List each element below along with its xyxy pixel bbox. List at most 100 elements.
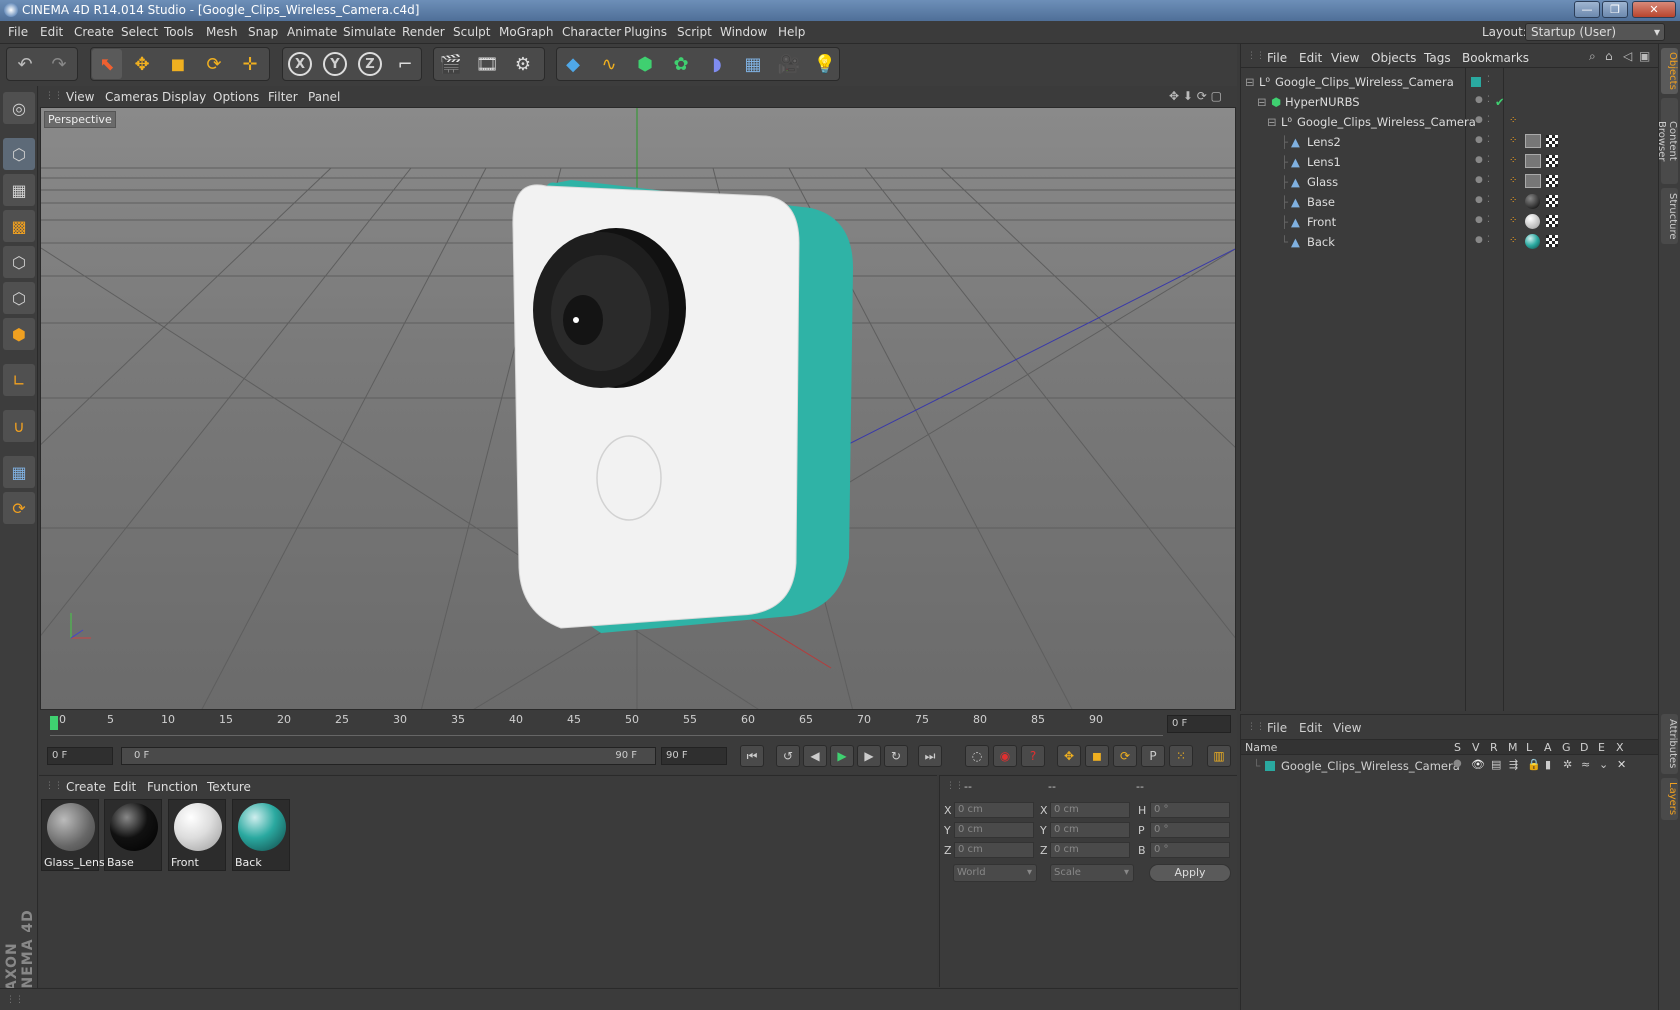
phong-tag-icon[interactable]: ⁘ xyxy=(1509,135,1517,146)
phong-tag-icon[interactable]: ⁘ xyxy=(1509,115,1517,126)
points-mode-icon[interactable]: ⬡ xyxy=(3,246,35,278)
xref-icon[interactable]: ✕ xyxy=(1617,758,1626,771)
object-row[interactable]: ├ ▲ Base ● ⁚ ⁘ xyxy=(1241,192,1659,212)
camera-icon[interactable]: 🎥 xyxy=(774,49,804,79)
layers-menu-file[interactable]: File xyxy=(1267,721,1287,735)
end-frame-field[interactable]: 90 F xyxy=(661,747,727,765)
menu-window[interactable]: Window xyxy=(720,25,767,39)
magnet-icon[interactable]: ∪ xyxy=(3,410,35,442)
objects-menu-bookmarks[interactable]: Bookmarks xyxy=(1462,51,1529,65)
menu-character[interactable]: Character xyxy=(562,25,621,39)
menu-animate[interactable]: Animate xyxy=(287,25,337,39)
floor-icon[interactable]: ▦ xyxy=(738,49,768,79)
snap-rotate-icon[interactable]: ⟳ xyxy=(3,492,35,524)
key-param-icon[interactable]: P xyxy=(1141,745,1165,767)
viewport-menu-options[interactable]: Options xyxy=(213,90,259,104)
object-row[interactable]: ⊟ ⬢ HyperNURBS ● ⁚ ✔ xyxy=(1241,92,1659,112)
material-menu-create[interactable]: Create xyxy=(66,780,106,794)
rotation-p-field[interactable]: 0 ° xyxy=(1150,822,1230,838)
rotation-b-field[interactable]: 0 ° xyxy=(1150,842,1230,858)
coordinate-system-icon[interactable]: ⌐ xyxy=(390,49,420,79)
position-x-field[interactable]: 0 cm xyxy=(954,802,1034,818)
material-tag-icon[interactable] xyxy=(1525,134,1541,148)
visibility-dots-icon[interactable]: ● xyxy=(1475,95,1483,105)
menu-file[interactable]: File xyxy=(8,25,28,39)
key-rotation-icon[interactable]: ⟳ xyxy=(1113,745,1137,767)
make-editable-icon[interactable]: ◎ xyxy=(3,92,35,124)
expand-icon[interactable]: ⊟ xyxy=(1245,75,1255,89)
viewport-perspective[interactable]: Perspective xyxy=(40,107,1236,710)
axis-mode-icon[interactable]: ∟ xyxy=(3,364,35,396)
visibility-dots-icon[interactable]: ● xyxy=(1475,175,1483,185)
material-tag-icon[interactable] xyxy=(1525,234,1540,249)
visibility-dots-icon[interactable]: ● xyxy=(1475,235,1483,245)
visibility-dots-icon[interactable]: ⁚ xyxy=(1487,215,1490,225)
viewport-menu-cameras[interactable]: Cameras xyxy=(105,90,158,104)
menu-simulate[interactable]: Simulate xyxy=(343,25,396,39)
minimize-button[interactable]: — xyxy=(1574,1,1600,18)
snap-grid-icon[interactable]: ▦ xyxy=(3,456,35,488)
phong-tag-icon[interactable]: ⁘ xyxy=(1509,195,1517,206)
model-mode-icon[interactable]: ⬡ xyxy=(3,138,35,170)
material-swatch[interactable]: Base xyxy=(104,799,162,871)
maximize-button[interactable]: ❐ xyxy=(1602,1,1628,18)
uvw-tag-icon[interactable] xyxy=(1546,215,1558,227)
menu-mograph[interactable]: MoGraph xyxy=(499,25,554,39)
visible-eye-icon[interactable]: 👁 xyxy=(1471,758,1485,771)
render-picture-viewer-icon[interactable]: 🎞 xyxy=(472,49,502,79)
render-view-icon[interactable]: 🎬 xyxy=(436,49,466,79)
uvw-tag-icon[interactable] xyxy=(1546,175,1558,187)
visibility-dots-icon[interactable]: ● xyxy=(1475,215,1483,225)
workplane-icon[interactable]: ▩ xyxy=(3,210,35,242)
layers-menu-view[interactable]: View xyxy=(1333,721,1361,735)
expand-icon[interactable]: ⊟ xyxy=(1267,115,1277,129)
visibility-dots-icon[interactable]: ● xyxy=(1475,135,1483,145)
menu-sculpt[interactable]: Sculpt xyxy=(453,25,490,39)
uvw-tag-icon[interactable] xyxy=(1546,135,1558,147)
array-icon[interactable]: ✿ xyxy=(666,49,696,79)
uvw-tag-icon[interactable] xyxy=(1546,235,1558,247)
back-icon[interactable]: ◁ xyxy=(1623,49,1632,63)
expressions-icon[interactable]: ⌄ xyxy=(1599,758,1608,771)
visibility-dots-icon[interactable]: ⁚ xyxy=(1487,135,1490,145)
objects-menu-file[interactable]: File xyxy=(1267,51,1287,65)
go-to-start-icon[interactable]: ⏮ xyxy=(740,745,764,767)
current-frame-field[interactable]: 0 F xyxy=(1167,715,1231,733)
key-pla-icon[interactable]: ⁙ xyxy=(1169,745,1193,767)
move-icon[interactable]: ✥ xyxy=(127,49,157,79)
scale-icon[interactable]: ◼ xyxy=(163,49,193,79)
visibility-dots-icon[interactable]: ⁚ xyxy=(1487,95,1490,105)
uvw-tag-icon[interactable] xyxy=(1546,155,1558,167)
phong-tag-icon[interactable]: ⁘ xyxy=(1509,175,1517,186)
objects-menu-view[interactable]: View xyxy=(1331,51,1359,65)
prev-frame-icon[interactable]: ◀ xyxy=(803,745,827,767)
expand-icon[interactable]: ⊟ xyxy=(1257,95,1267,109)
visibility-dots-icon[interactable]: ⁚ xyxy=(1487,75,1490,85)
start-frame-field[interactable]: 0 F xyxy=(47,747,113,765)
prev-key-icon[interactable]: ↺ xyxy=(776,745,800,767)
go-to-end-icon[interactable]: ⏭ xyxy=(918,745,942,767)
material-tag-icon[interactable] xyxy=(1525,174,1541,188)
visibility-dots-icon[interactable]: ⁚ xyxy=(1487,235,1490,245)
menu-script[interactable]: Script xyxy=(677,25,712,39)
timeline-window-icon[interactable]: ▥ xyxy=(1207,745,1231,767)
next-frame-icon[interactable]: ▶ xyxy=(857,745,881,767)
z-axis-lock-icon[interactable]: Z xyxy=(355,49,385,79)
objects-menu-edit[interactable]: Edit xyxy=(1299,51,1322,65)
size-z-field[interactable]: 0 cm xyxy=(1050,842,1130,858)
rotate-icon[interactable]: ⟳ xyxy=(199,49,229,79)
material-menu-edit[interactable]: Edit xyxy=(113,780,136,794)
uvw-tag-icon[interactable] xyxy=(1546,195,1558,207)
phong-tag-icon[interactable]: ⁘ xyxy=(1509,215,1517,226)
undo-icon[interactable]: ↶ xyxy=(10,49,40,79)
viewport-menu-filter[interactable]: Filter xyxy=(268,90,298,104)
new-panel-icon[interactable]: ▣ xyxy=(1639,49,1650,63)
key-position-icon[interactable]: ✥ xyxy=(1057,745,1081,767)
size-mode-select[interactable]: Scale ▾ xyxy=(1050,864,1134,882)
tab-content-browser[interactable]: Content Browser xyxy=(1656,98,1678,184)
visibility-dots-icon[interactable]: ⁚ xyxy=(1487,195,1490,205)
visibility-dots-icon[interactable]: ● xyxy=(1475,115,1483,125)
transform-icon[interactable]: ✛ xyxy=(235,49,265,79)
deformers-icon[interactable]: ≈ xyxy=(1581,758,1590,771)
material-swatch[interactable]: Front xyxy=(168,799,226,871)
